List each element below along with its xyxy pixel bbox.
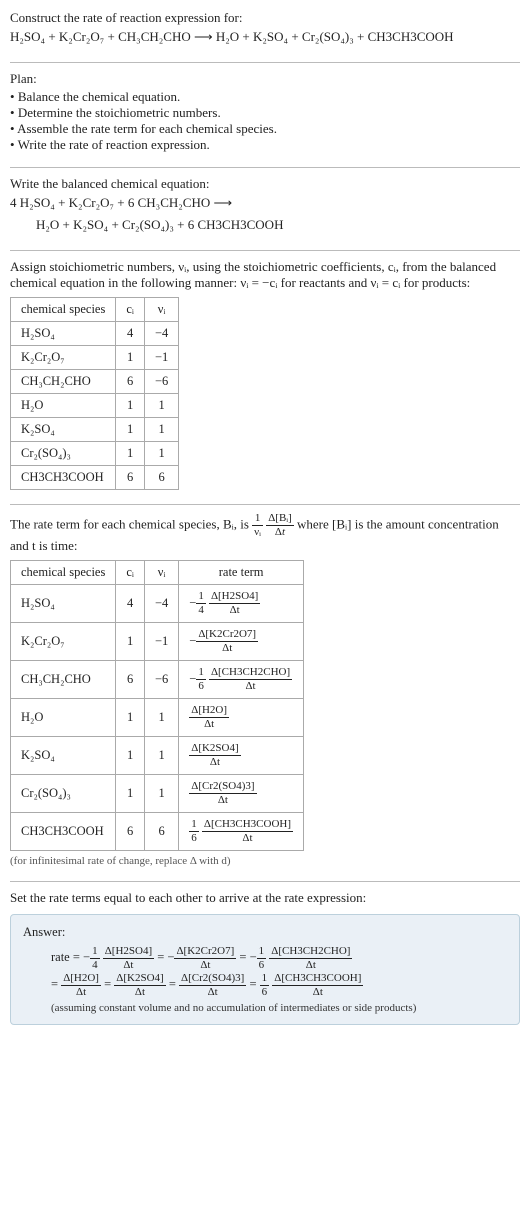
rate-term-section: The rate term for each chemical species,… xyxy=(10,504,520,867)
col-header: chemical species xyxy=(11,298,116,322)
balanced-line2: H₂O + K₂SO₄ + Cr₂(SO₄)₃ + 6 CH3CH3COOH xyxy=(10,214,520,236)
rate-frac-1-over-nu: 1νᵢ xyxy=(252,513,263,538)
answer-note: (assuming constant volume and no accumul… xyxy=(23,1002,507,1014)
plan-list: Balance the chemical equation. Determine… xyxy=(10,89,520,153)
balanced-line1: 4 H₂SO₄ + K₂Cr₂O₇ + 6 CH₃CH₂CHO ⟶ xyxy=(10,192,520,214)
balanced-heading: Write the balanced chemical equation: xyxy=(10,176,520,192)
table-row: H₂SO₄4−4 xyxy=(11,322,179,346)
plan-item: Assemble the rate term for each chemical… xyxy=(10,121,520,137)
plan-item: Determine the stoichiometric numbers. xyxy=(10,105,520,121)
col-header: chemical species xyxy=(11,561,116,585)
set-equal-section: Set the rate terms equal to each other t… xyxy=(10,881,520,1024)
stoich-section: Assign stoichiometric numbers, νᵢ, using… xyxy=(10,250,520,490)
stoich-intro: Assign stoichiometric numbers, νᵢ, using… xyxy=(10,259,520,291)
intro-line: Construct the rate of reaction expressio… xyxy=(10,10,520,26)
table-row: H₂SO₄4−4−14 Δ[H2SO4]Δt xyxy=(11,585,304,623)
table-row: CH3CH3COOH6616 Δ[CH3CH3COOH]Δt xyxy=(11,813,304,851)
plan-item: Write the rate of reaction expression. xyxy=(10,137,520,153)
plan-item: Balance the chemical equation. xyxy=(10,89,520,105)
table-row: H₂O11Δ[H2O]Δt xyxy=(11,699,304,737)
col-header: νᵢ xyxy=(144,561,178,585)
intro-equation: H₂SO₄ + K₂Cr₂O₇ + CH₃CH₂CHO ⟶ H₂O + K₂SO… xyxy=(10,26,520,48)
table-header-row: chemical species cᵢ νᵢ rate term xyxy=(11,561,304,585)
table-row: K₂SO₄11Δ[K2SO4]Δt xyxy=(11,737,304,775)
table-header-row: chemical species cᵢ νᵢ xyxy=(11,298,179,322)
stoich-table: chemical species cᵢ νᵢ H₂SO₄4−4 K₂Cr₂O₇1… xyxy=(10,297,179,490)
table-row: CH₃CH₂CHO6−6−16 Δ[CH3CH2CHO]Δt xyxy=(11,661,304,699)
rate-term-table: chemical species cᵢ νᵢ rate term H₂SO₄4−… xyxy=(10,560,304,851)
answer-label: Answer: xyxy=(23,925,507,940)
rate-frac-dB-dt: Δ[Bᵢ]Δt xyxy=(266,513,294,538)
table-row: Cr₂(SO₄)₃11 xyxy=(11,442,179,466)
set-equal-text: Set the rate terms equal to each other t… xyxy=(10,890,520,906)
table-row: K₂SO₄11 xyxy=(11,418,179,442)
table-row: K₂Cr₂O₇1−1 xyxy=(11,346,179,370)
rate-term-intro: The rate term for each chemical species,… xyxy=(10,513,520,554)
plan-heading: Plan: xyxy=(10,71,520,87)
table-row: Cr₂(SO₄)₃11Δ[Cr2(SO4)3]Δt xyxy=(11,775,304,813)
table-row: CH₃CH₂CHO6−6 xyxy=(11,370,179,394)
col-header: rate term xyxy=(179,561,304,585)
table-row: H₂O11 xyxy=(11,394,179,418)
plan-section: Plan: Balance the chemical equation. Det… xyxy=(10,62,520,153)
answer-box: Answer: rate = −14 Δ[H2SO4]Δt = −Δ[K2Cr2… xyxy=(10,914,520,1024)
table-row: K₂Cr₂O₇1−1−Δ[K2Cr2O7]Δt xyxy=(11,623,304,661)
table-row: CH3CH3COOH66 xyxy=(11,466,179,490)
infinitesimal-note: (for infinitesimal rate of change, repla… xyxy=(10,855,520,867)
balanced-section: Write the balanced chemical equation: 4 … xyxy=(10,167,520,236)
answer-equation: rate = −14 Δ[H2SO4]Δt = −Δ[K2Cr2O7]Δt = … xyxy=(23,944,507,997)
intro-section: Construct the rate of reaction expressio… xyxy=(10,10,520,48)
col-header: cᵢ xyxy=(116,561,145,585)
col-header: cᵢ xyxy=(116,298,145,322)
col-header: νᵢ xyxy=(144,298,178,322)
